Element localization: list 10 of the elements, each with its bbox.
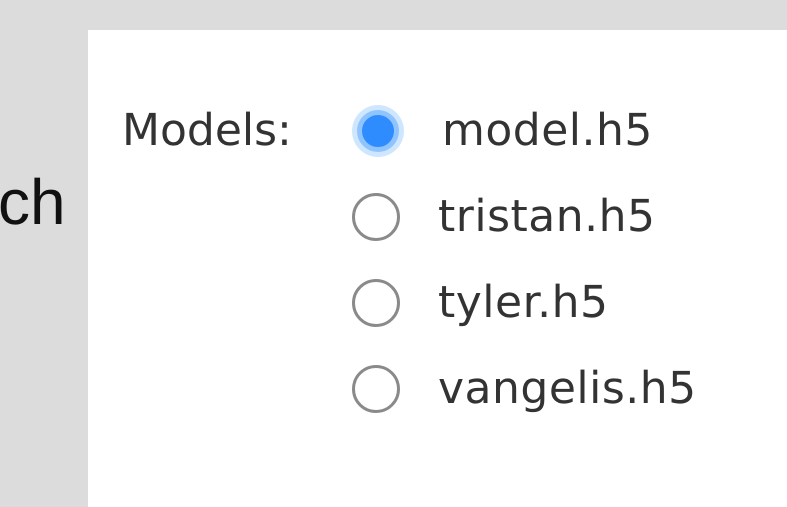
model-radio-option[interactable]: tristan.h5	[352, 174, 697, 260]
models-label: Models:	[122, 104, 293, 158]
model-radio-option[interactable]: model.h5	[352, 88, 697, 174]
model-radio-option[interactable]: vangelis.h5	[352, 346, 697, 432]
heading-text: ch	[0, 170, 66, 234]
model-radio-option[interactable]: tyler.h5	[352, 260, 697, 346]
radio-button[interactable]	[352, 193, 400, 241]
radio-button[interactable]	[352, 279, 400, 327]
radio-button[interactable]	[352, 105, 404, 157]
radio-button[interactable]	[352, 365, 400, 413]
